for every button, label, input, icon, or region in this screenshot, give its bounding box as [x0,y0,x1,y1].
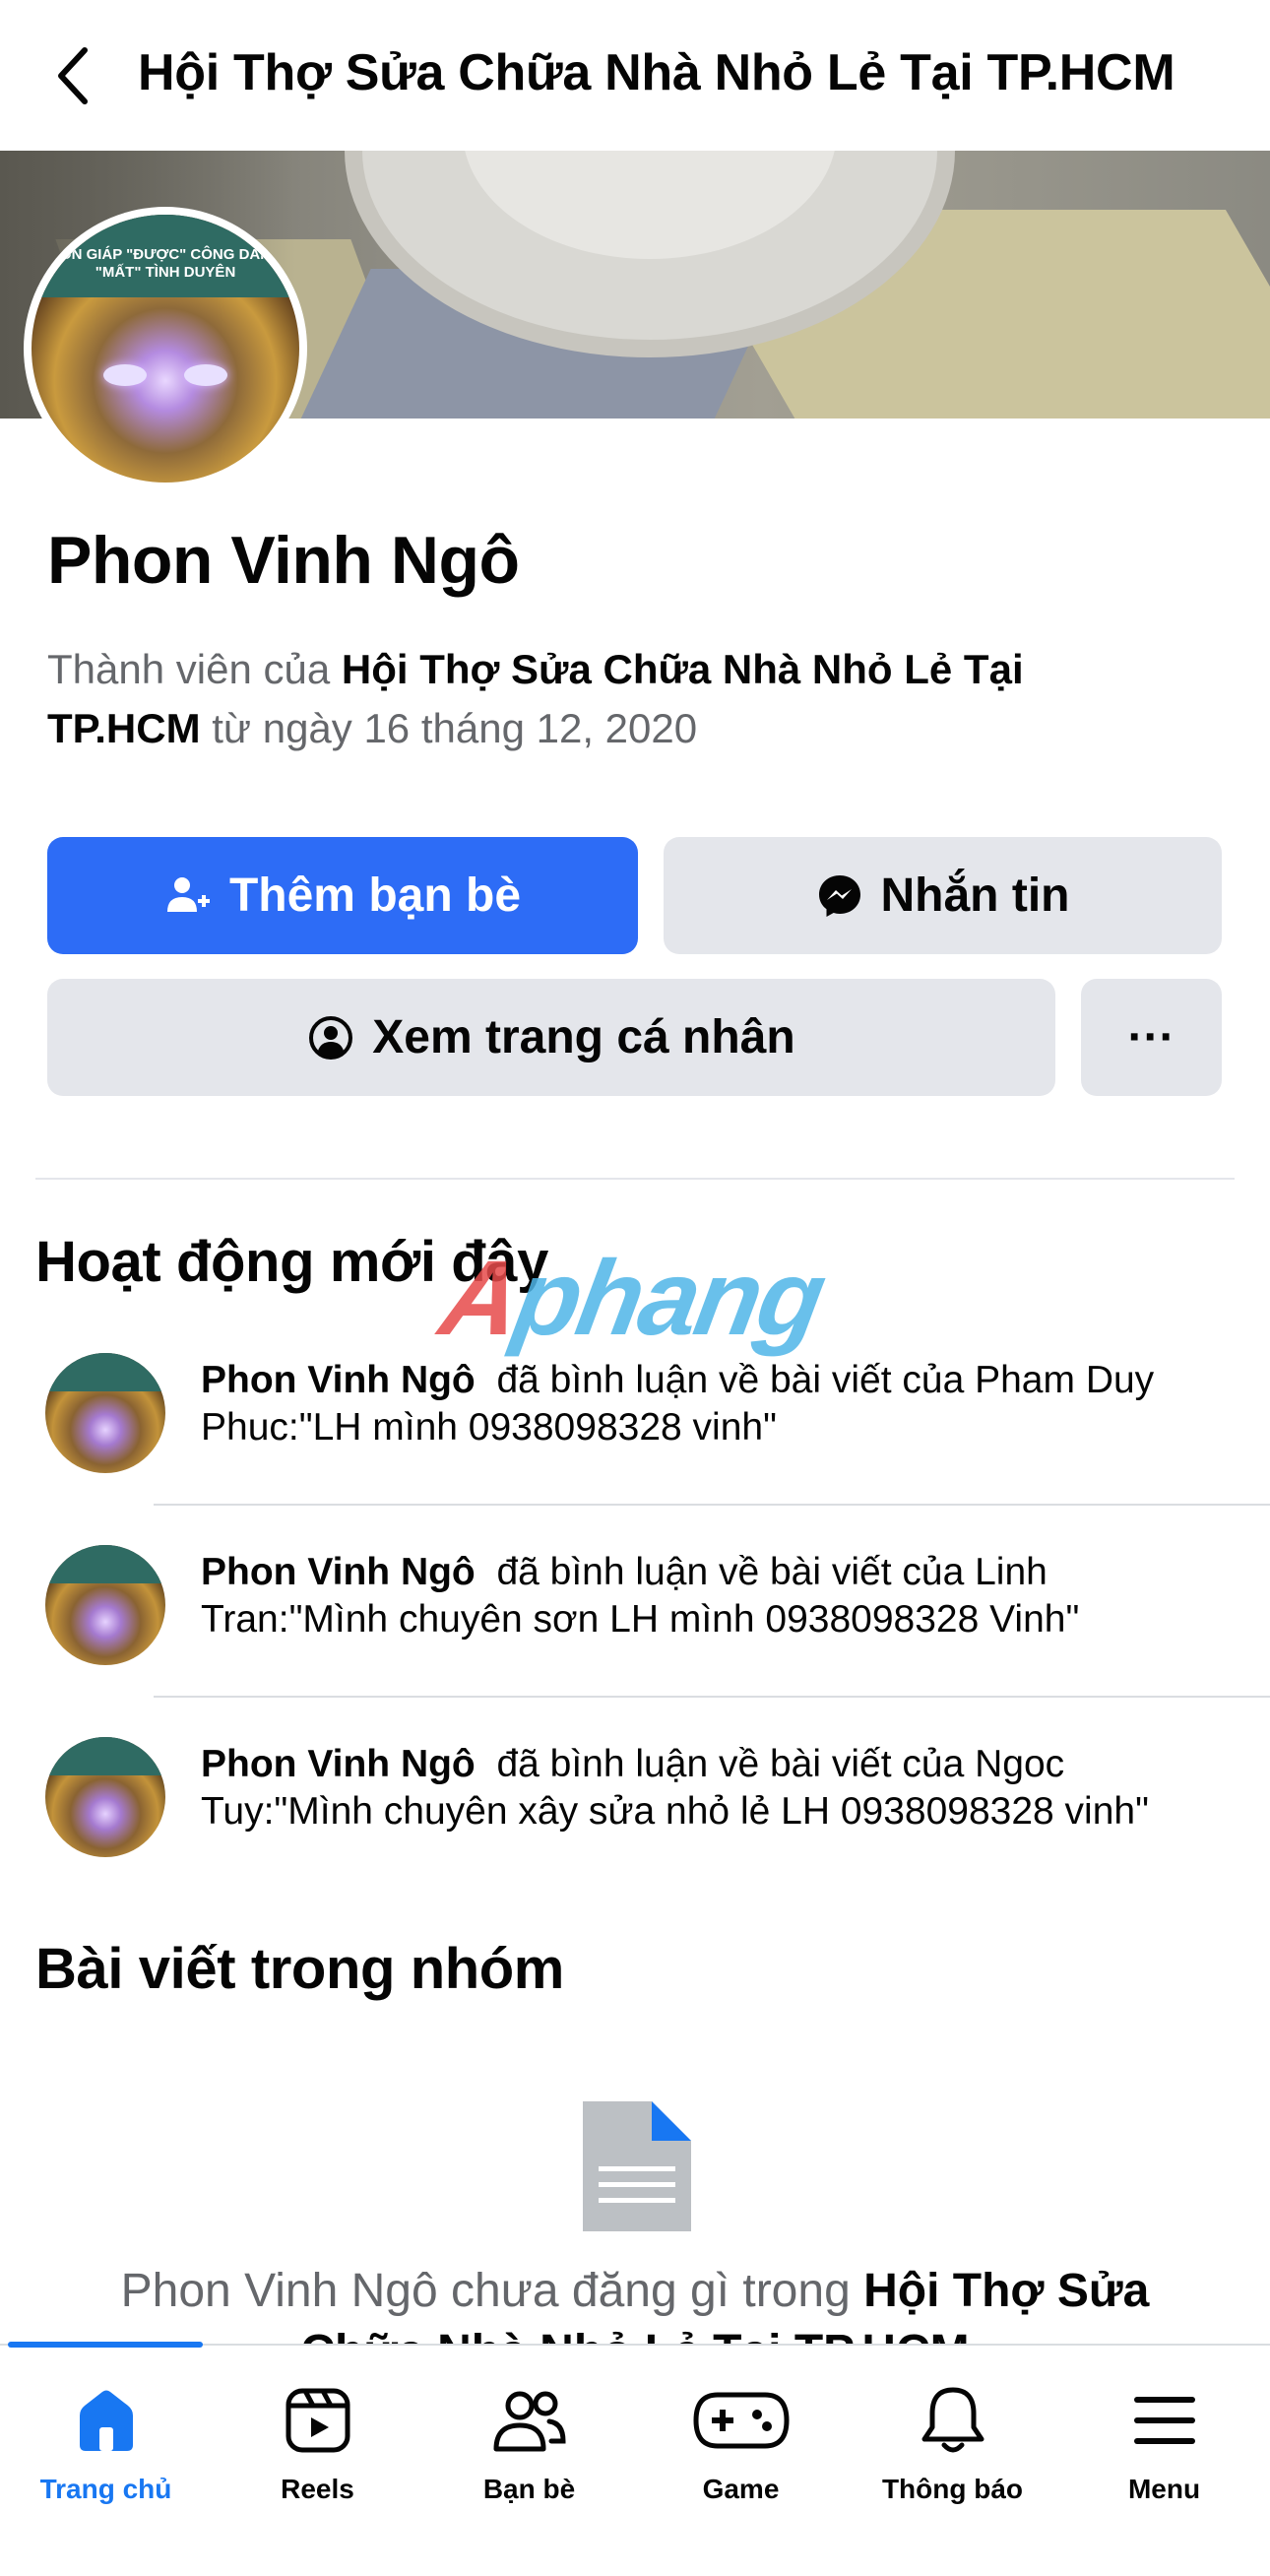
activity-text: Phon Vinh Ngô đã bình luận về bài viết c… [201,1359,1155,1449]
view-profile-button[interactable]: Xem trang cá nhân [47,979,1055,1096]
avatar [45,1353,165,1473]
message-label: Nhắn tin [880,869,1070,922]
home-icon [72,2379,141,2462]
nav-menu[interactable]: Menu [1058,2346,1270,2543]
nav-notifications-label: Thông báo [881,2474,1024,2504]
group-posts-title: Bài viết trong nhóm [35,1937,564,2001]
nav-notifications[interactable]: Thông báo [847,2346,1058,2543]
menu-icon [1130,2379,1199,2462]
nav-reels-label: Reels [281,2474,354,2504]
nav-friends[interactable]: Bạn bè [423,2346,635,2543]
reels-icon [284,2379,352,2462]
activity-item[interactable]: Phon Vinh Ngô đã bình luận về bài viết c… [0,1698,1270,1890]
nav-home[interactable]: Trang chủ [0,2346,212,2543]
avatar-banner-line2: "MẤT" TÌNH DUYÊN [95,264,236,281]
avatar-image: CON GIÁP "ĐƯỢC" CÔNG DANH "MẤT" TÌNH DUY… [32,215,299,483]
bottom-navigation: Trang chủ Reels Bạn bè Game Thông báo Me… [0,2342,1270,2576]
document-icon [583,2101,691,2231]
nav-game[interactable]: Game [635,2346,847,2543]
profile-circle-icon [307,1014,354,1062]
activity-text: Phon Vinh Ngô đã bình luận về bài viết c… [201,1551,1080,1641]
nav-game-label: Game [702,2474,780,2504]
nav-menu-label: Menu [1127,2474,1201,2504]
more-options-button[interactable]: ··· [1081,979,1222,1096]
member-prefix: Thành viên của [47,646,331,692]
top-bar: Hội Thợ Sửa Chữa Nhà Nhỏ Lẻ Tại TP.HCM [0,0,1270,151]
friends-icon [492,2379,567,2462]
profile-avatar[interactable]: CON GIÁP "ĐƯỢC" CÔNG DANH "MẤT" TÌNH DUY… [24,207,307,490]
page-title: Hội Thợ Sửa Chữa Nhà Nhỏ Lẻ Tại TP.HCM [138,44,1175,101]
avatar [45,1737,165,1857]
message-button[interactable]: Nhắn tin [664,837,1222,954]
bell-icon [919,2379,987,2462]
chevron-left-icon [58,47,88,104]
member-since: từ ngày 16 tháng 12, 2020 [212,705,698,751]
membership-info: Thành viên của Hội Thợ Sửa Chữa Nhà Nhỏ … [47,640,1130,758]
profile-name: Phon Vinh Ngô [47,523,520,598]
messenger-icon [816,872,863,920]
add-person-icon [164,872,212,920]
activity-item[interactable]: Phon Vinh Ngô đã bình luận về bài viết c… [0,1506,1270,1698]
activity-item[interactable]: Phon Vinh Ngô đã bình luận về bài viết c… [0,1314,1270,1506]
avatar-banner-line1: CON GIÁP "ĐƯỢC" CÔNG DANH [49,246,282,263]
nav-friends-label: Bạn bè [482,2474,576,2504]
activity-text: Phon Vinh Ngô đã bình luận về bài viết c… [201,1743,1149,1833]
nav-home-label: Trang chủ [39,2474,172,2504]
add-friend-button[interactable]: Thêm bạn bè [47,837,638,954]
divider [35,1178,1235,1180]
view-profile-label: Xem trang cá nhân [372,1011,795,1063]
add-friend-label: Thêm bạn bè [228,869,522,922]
more-dots-icon: ··· [1127,1011,1175,1063]
back-button[interactable] [43,41,102,110]
nav-reels[interactable]: Reels [212,2346,423,2543]
avatar [45,1545,165,1665]
gamepad-icon [692,2379,791,2462]
